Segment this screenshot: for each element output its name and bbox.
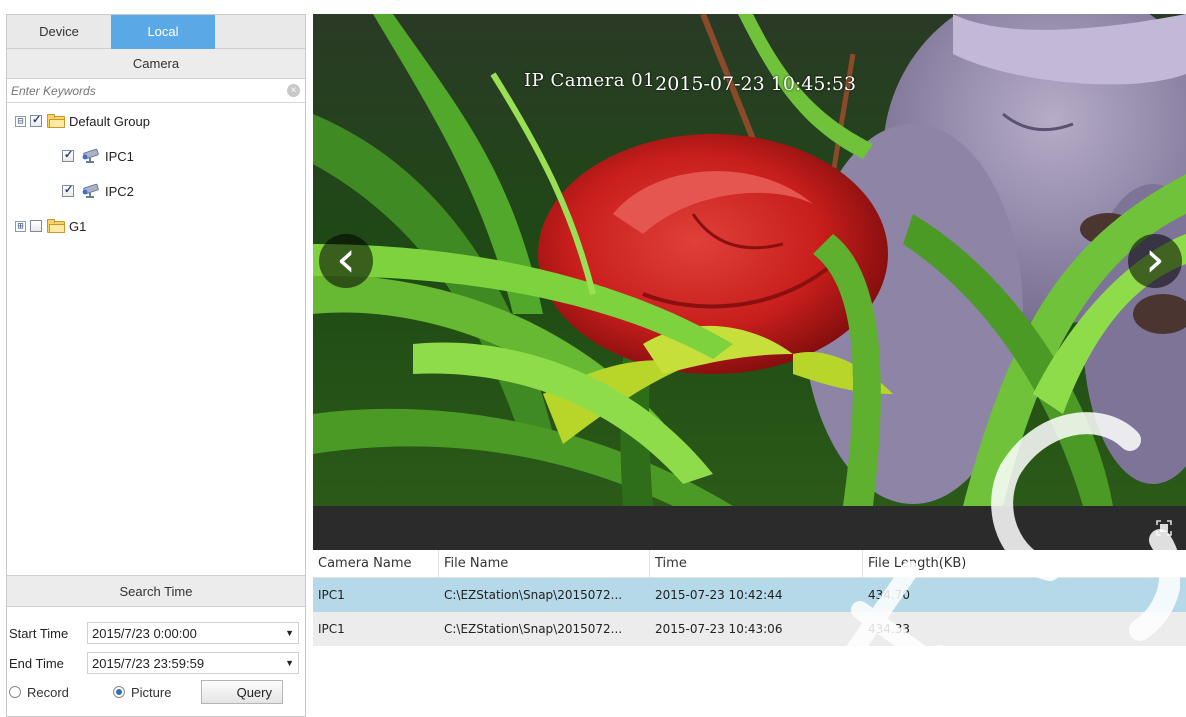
ipc1-checkbox[interactable] [62, 148, 74, 162]
previous-arrow-icon[interactable]: ‹ [319, 234, 373, 288]
cell-time: 2015-07-23 10:42:44 [655, 588, 783, 602]
start-time-value: 2015/7/23 0:00:00 [92, 625, 197, 641]
table-row[interactable]: IPC1 C:\EZStation\Snap\2015072... 2015-0… [313, 612, 1186, 646]
clear-search-icon[interactable]: × [287, 84, 300, 97]
fullscreen-icon[interactable] [1156, 520, 1172, 536]
tab-local[interactable]: Local [111, 15, 215, 49]
record-label: Record [27, 684, 69, 700]
app-window: Device Local Camera × ⊟ Default Group [0, 0, 1186, 717]
collapse-icon[interactable]: ⊟ [15, 115, 26, 127]
search-input[interactable] [7, 79, 305, 102]
cell-time: 2015-07-23 10:43:06 [655, 622, 783, 636]
col-file-length[interactable]: File Length(KB) [863, 550, 1186, 578]
camera-tree: ⊟ Default Group IPC1 [7, 103, 305, 569]
osd-timestamp: 2015-07-23 10:45:53 [655, 73, 857, 95]
end-time-value: 2015/7/23 23:59:59 [92, 655, 205, 671]
end-time-row: End Time 2015/7/23 23:59:59 ▼ [7, 649, 305, 677]
g1-checkbox[interactable] [30, 220, 42, 232]
col-camera-name[interactable]: Camera Name [313, 550, 439, 578]
cell-camera: IPC1 [318, 622, 345, 636]
tree-node-label: Default Group [69, 113, 150, 129]
folder-icon [47, 114, 65, 128]
tree-node-ipc2[interactable]: IPC2 [62, 181, 134, 201]
search-box: × [7, 79, 305, 103]
results-table: Camera Name File Name Time File Length(K… [313, 550, 1186, 646]
video-osd: IP Camera 012015-07-23 10:45:53 [524, 69, 856, 95]
tab-device[interactable]: Device [7, 15, 111, 49]
snapshot-preview: IP Camera 012015-07-23 10:45:53 ‹ › [313, 14, 1186, 506]
tree-node-label: IPC1 [105, 148, 134, 164]
start-time-dropdown[interactable]: 2015/7/23 0:00:00 ▼ [87, 622, 299, 644]
cell-file: C:\EZStation\Snap\2015072... [444, 588, 623, 602]
osd-camera-name: IP Camera 01 [524, 70, 656, 91]
tree-node-label: IPC2 [105, 183, 134, 199]
end-time-dropdown[interactable]: 2015/7/23 23:59:59 ▼ [87, 652, 299, 674]
table-header: Camera Name File Name Time File Length(K… [313, 550, 1186, 578]
tree-node-default-group[interactable]: ⊟ Default Group [15, 111, 150, 131]
start-time-label: Start Time [9, 625, 69, 641]
tree-node-g1[interactable]: ⊞ G1 [15, 216, 86, 236]
camera-icon [82, 183, 99, 198]
picture-label: Picture [131, 684, 172, 700]
playback-control-bar [313, 506, 1186, 550]
search-time-panel: Search Time Start Time 2015/7/23 0:00:00… [7, 575, 305, 707]
end-time-label: End Time [9, 655, 64, 671]
cell-length: 434.70 [868, 588, 910, 602]
dropdown-arrow-icon: ▼ [285, 658, 294, 668]
folder-icon [47, 219, 65, 233]
tree-node-ipc1[interactable]: IPC1 [62, 146, 134, 166]
record-radio[interactable] [9, 686, 21, 698]
type-row: Record Picture Query [7, 677, 305, 707]
table-row[interactable]: IPC1 C:\EZStation\Snap\2015072... 2015-0… [313, 578, 1186, 612]
col-file-name[interactable]: File Name [439, 550, 650, 578]
col-time[interactable]: Time [650, 550, 863, 578]
left-panel: Device Local Camera × ⊟ Default Group [6, 14, 306, 717]
cell-length: 434.33 [868, 622, 910, 636]
default-group-checkbox[interactable] [30, 113, 42, 127]
query-button[interactable]: Query [201, 680, 283, 704]
search-time-header: Search Time [7, 575, 305, 607]
cell-camera: IPC1 [318, 588, 345, 602]
cell-file: C:\EZStation\Snap\2015072... [444, 622, 623, 636]
tab-bar: Device Local [7, 15, 305, 49]
start-time-row: Start Time 2015/7/23 0:00:00 ▼ [7, 619, 305, 647]
next-arrow-icon[interactable]: › [1128, 234, 1182, 288]
ipc2-checkbox[interactable] [62, 183, 74, 197]
picture-radio[interactable] [113, 686, 125, 698]
camera-header: Camera [7, 49, 305, 79]
dropdown-arrow-icon: ▼ [285, 628, 294, 638]
expand-icon[interactable]: ⊞ [15, 220, 26, 232]
tree-node-label: G1 [69, 218, 87, 234]
camera-icon [82, 148, 99, 163]
